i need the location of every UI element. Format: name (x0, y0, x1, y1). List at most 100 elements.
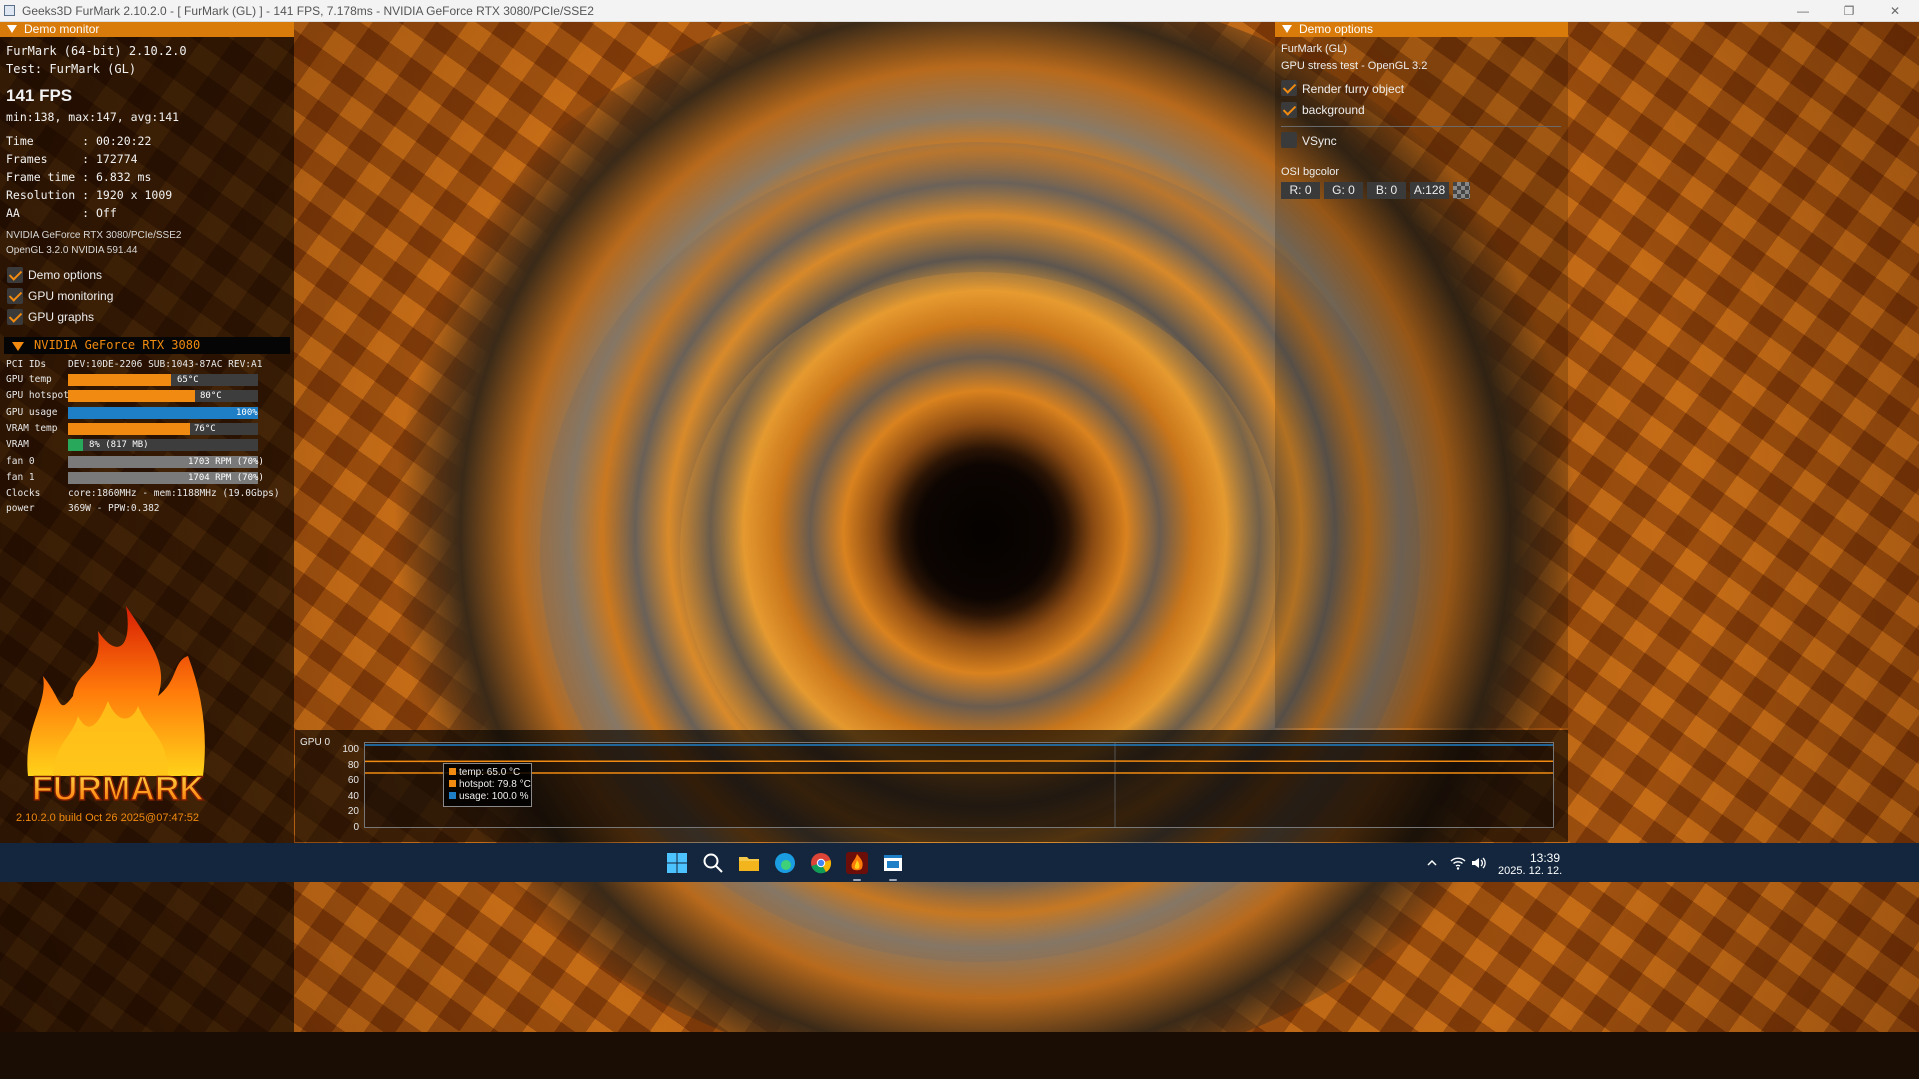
graph-tick-0: 0 (353, 822, 359, 833)
frame-time-readout: Frame time : 6.832 ms (6, 170, 152, 184)
checkbox-render-furry-object[interactable] (1281, 80, 1297, 96)
checkbox-demo-options[interactable] (7, 267, 23, 283)
gpu-hotspot-bar: 80°C (68, 390, 258, 402)
pci-ids-value: DEV:10DE-2206 SUB:1043-87AC REV:A1 (68, 359, 263, 370)
chevron-up-icon[interactable] (1426, 857, 1438, 869)
fan-0-bar: 1703 RPM (70%) (68, 456, 264, 468)
graph-tick-40: 40 (347, 791, 359, 802)
clock-time[interactable]: 13:39 (1530, 851, 1560, 865)
label-gpu-monitoring: GPU monitoring (28, 289, 114, 303)
vram-temp-label: VRAM temp (6, 423, 58, 434)
vram-bar: 8% (817 MB) (68, 439, 258, 451)
fps-stats: min:138, max:147, avg:141 (6, 110, 180, 124)
windows-start-icon[interactable] (665, 851, 689, 875)
renderer-string: NVIDIA GeForce RTX 3080/PCIe/SSE2 (6, 230, 182, 241)
fps-readout: 141 FPS (6, 86, 73, 105)
aa-readout: AA : Off (6, 206, 117, 220)
demo-options-title: Demo options (1299, 22, 1374, 36)
vram-label: VRAM (6, 439, 29, 450)
label-vsync: VSync (1302, 134, 1337, 148)
legend-usage-swatch (449, 792, 456, 799)
collapse-triangle-icon[interactable] (1282, 25, 1292, 33)
gpu-name: NVIDIA GeForce RTX 3080 (34, 338, 201, 352)
clock-date[interactable]: 2025. 12. 12. (1498, 865, 1562, 877)
fan-1-label: fan 1 (6, 472, 35, 483)
resolution-readout: Resolution : 1920 x 1009 (6, 188, 173, 202)
label-demo-options: Demo options (28, 268, 103, 282)
gpu-usage-bar: 100% (68, 407, 258, 419)
osi-a-input[interactable]: A:128 (1410, 182, 1449, 199)
test-name: Test: FurMark (GL) (6, 62, 137, 76)
osi-g-input[interactable]: G: 0 (1324, 182, 1363, 199)
osi-b-input[interactable]: B: 0 (1367, 182, 1406, 199)
gpu-hotspot-label: GPU hotspot (6, 390, 69, 401)
gpu-temp-bar: 65°C (68, 374, 258, 386)
vram-temp-value: 76°C (194, 424, 216, 434)
time-readout: Time : 00:20:22 (6, 134, 152, 148)
checkbox-background[interactable] (1281, 102, 1297, 118)
osi-bgcolor-label: OSI bgcolor (1281, 166, 1340, 178)
minimize-button[interactable]: — (1780, 0, 1826, 21)
maximize-button[interactable]: ❐ (1826, 0, 1872, 21)
vram-fill (68, 439, 84, 451)
running-indicator (853, 879, 861, 881)
graph-tick-20: 20 (347, 806, 359, 817)
vram-temp-fill (68, 423, 190, 435)
legend-hotspot-label: hotspot: 79.8 °C (459, 779, 531, 790)
gpu-graph-panel: GPU 0 100 80 60 40 20 0 temp: 65.0 °C ho… (295, 730, 1568, 842)
color-swatch-icon[interactable] (1453, 182, 1470, 199)
collapse-triangle-icon[interactable] (12, 342, 24, 351)
demo-monitor-header[interactable]: Demo monitor (0, 22, 294, 37)
app-window-icon[interactable] (881, 851, 905, 875)
edge-icon[interactable] (773, 851, 797, 875)
app-window-icon (4, 5, 15, 16)
window-title: Geeks3D FurMark 2.10.2.0 - [ FurMark (GL… (22, 4, 594, 18)
logo-wordmark: FURMARK (32, 770, 204, 808)
options-separator (1281, 126, 1561, 127)
graph-tick-100: 100 (342, 744, 359, 755)
legend-temp: temp: 65.0 °C (449, 767, 520, 778)
gpu-temp-label: GPU temp (6, 374, 52, 385)
demo-options-header[interactable]: Demo options (1275, 22, 1568, 37)
fan-1-bar: 1704 RPM (70%) (68, 472, 264, 484)
gpu-temp-value: 65°C (177, 375, 199, 385)
close-button[interactable]: ✕ (1872, 0, 1918, 21)
label-gpu-graphs: GPU graphs (28, 310, 95, 324)
opengl-version: OpenGL 3.2.0 NVIDIA 591.44 (6, 245, 138, 256)
chrome-icon[interactable] (809, 851, 833, 875)
pci-ids-label: PCI IDs (6, 359, 47, 370)
legend-hotspot: hotspot: 79.8 °C (449, 779, 531, 790)
fan-0-value: 1703 RPM (70%) (188, 457, 264, 467)
volume-icon[interactable] (1470, 855, 1486, 871)
file-explorer-icon[interactable] (737, 851, 761, 875)
legend-hotspot-swatch (449, 780, 456, 787)
gpu-section-header[interactable]: NVIDIA GeForce RTX 3080 (4, 337, 290, 354)
label-background: background (1302, 103, 1365, 117)
vram-value: 8% (817 MB) (89, 440, 149, 450)
legend-temp-label: temp: 65.0 °C (459, 767, 521, 778)
gpu-hotspot-fill (68, 390, 196, 402)
wifi-icon[interactable] (1450, 855, 1466, 871)
graph-plot-area: temp: 65.0 °C hotspot: 79.8 °C usage: 10… (364, 742, 1554, 828)
gpu-temp-fill (68, 374, 171, 386)
osi-r-input[interactable]: R: 0 (1281, 182, 1320, 199)
checkbox-gpu-graphs[interactable] (7, 309, 23, 325)
fan-0-label: fan 0 (6, 456, 35, 467)
collapse-triangle-icon[interactable] (7, 25, 17, 33)
clocks-label: Clocks (6, 488, 41, 499)
running-indicator (889, 879, 897, 881)
label-render-furry-object: Render furry object (1302, 82, 1405, 96)
options-demo-name: FurMark (GL) (1281, 43, 1347, 55)
checkbox-gpu-monitoring[interactable] (7, 288, 23, 304)
vram-temp-bar: 76°C (68, 423, 258, 435)
checkbox-vsync[interactable] (1281, 132, 1297, 148)
furmark-icon[interactable] (845, 851, 869, 875)
frames-readout: Frames : 172774 (6, 152, 138, 166)
options-demo-desc: GPU stress test - OpenGL 3.2 (1281, 60, 1428, 72)
demo-options-panel: Demo options FurMark (GL) GPU stress tes… (1275, 22, 1568, 728)
gpu-usage-label: GPU usage (6, 407, 58, 418)
fan-1-value: 1704 RPM (70%) (188, 473, 264, 483)
legend-usage: usage: 100.0 % (449, 791, 529, 802)
search-icon[interactable] (701, 851, 725, 875)
app-version: FurMark (64-bit) 2.10.2.0 (6, 44, 187, 58)
